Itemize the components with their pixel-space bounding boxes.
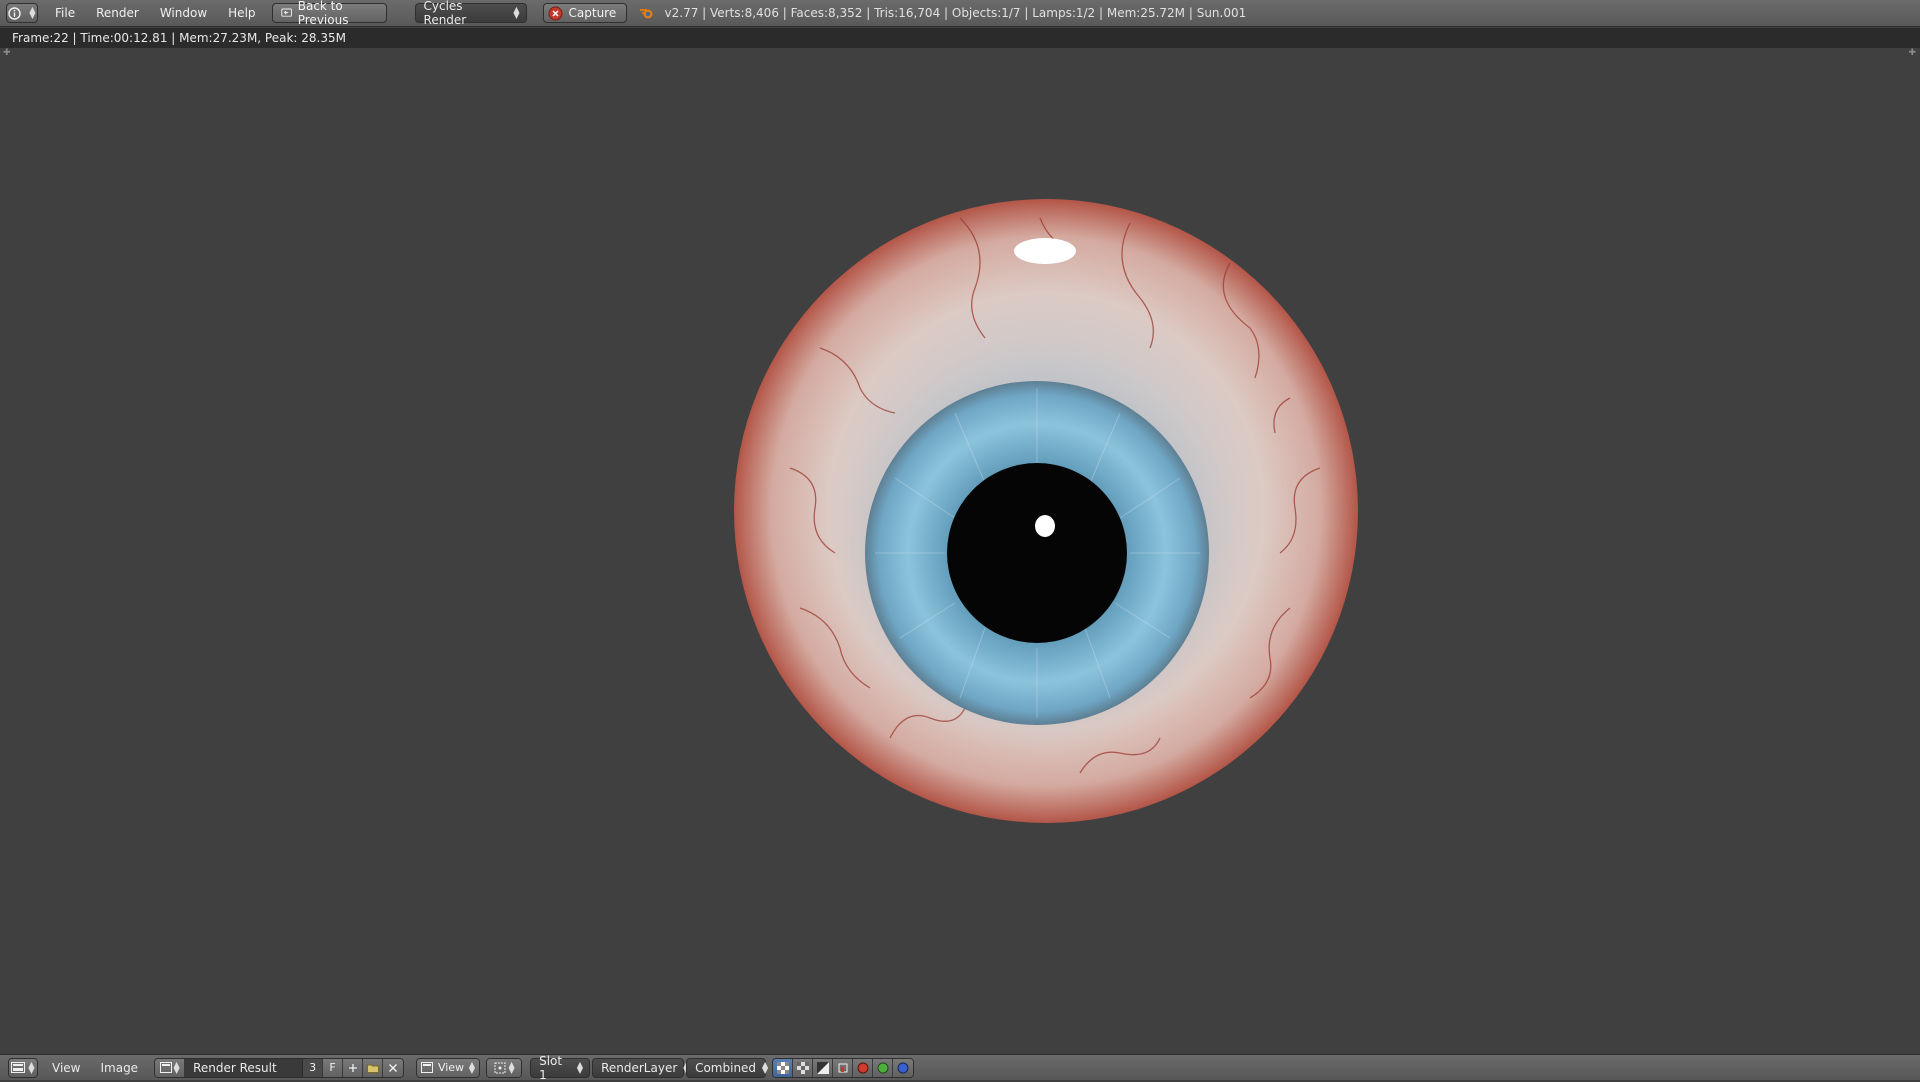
render-pass-value: Combined <box>695 1060 757 1075</box>
pivot-button[interactable]: ▲ ▼ <box>487 1058 522 1077</box>
image-editor-icon <box>11 1062 26 1073</box>
view-dropdown-label: View <box>437 1061 465 1074</box>
menu-image[interactable]: Image <box>100 1061 138 1075</box>
image-editor-header: ▲ ▼ View Image ▲ ▼ Render Result 3 F View <box>0 1054 1920 1082</box>
updown-arrows-icon: ▲▼ <box>468 1059 476 1075</box>
fake-user-label: F <box>329 1061 336 1074</box>
editor-type-button[interactable]: ▲ ▼ <box>6 3 38 23</box>
fake-user-button[interactable]: F <box>323 1058 344 1077</box>
image-browse-button[interactable]: ▲ ▼ <box>155 1058 186 1077</box>
updown-arrows-icon: ▲▼ <box>762 1059 769 1075</box>
cancel-x-icon <box>548 6 563 20</box>
open-image-button[interactable] <box>363 1058 384 1077</box>
info-icon <box>8 6 22 20</box>
blender-logo-icon <box>639 9 653 19</box>
green-channel-button[interactable] <box>873 1058 894 1077</box>
updown-arrows-icon: ▲▼ <box>28 1059 35 1075</box>
render-layer-value: RenderLayer <box>601 1060 678 1075</box>
zbuffer-button[interactable] <box>833 1058 854 1077</box>
users-count-value: 3 <box>309 1061 317 1074</box>
render-pass-dropdown[interactable]: Combined ▲ ▼ <box>686 1057 769 1078</box>
eyeball <box>734 199 1358 823</box>
render-viewport[interactable]: ✚ ✚ <box>0 48 1920 1054</box>
menu-render[interactable]: Render <box>87 6 151 20</box>
menu-view[interactable]: View <box>52 1061 80 1075</box>
folder-icon <box>366 1064 379 1073</box>
new-image-button[interactable] <box>343 1058 364 1077</box>
capture-button[interactable]: Capture <box>542 3 627 23</box>
alpha-button[interactable] <box>813 1058 834 1077</box>
updown-arrows-icon: ▲▼ <box>576 1059 584 1075</box>
capture-label: Capture <box>568 6 617 20</box>
pivot-dropdown[interactable]: ▲ ▼ <box>486 1057 523 1078</box>
menu-file[interactable]: File <box>46 6 87 20</box>
updown-arrows-icon: ▲▼ <box>513 5 520 20</box>
color-alpha-button[interactable] <box>773 1058 794 1077</box>
slot-value: Slot 1 <box>539 1053 563 1082</box>
updown-arrows-icon: ▲▼ <box>29 5 36 20</box>
display-channels-group <box>772 1057 915 1078</box>
zbuffer-icon <box>838 1063 848 1072</box>
editor-type-button[interactable]: ▲ ▼ <box>8 1057 38 1078</box>
alpha-gradient-icon <box>816 1061 829 1074</box>
updown-arrows-icon: ▲▼ <box>173 1059 180 1075</box>
users-count[interactable]: 3 <box>303 1058 324 1077</box>
main-menu: File Render Window Help <box>46 6 268 20</box>
render-engine-dropdown[interactable]: Cycles Render ▲ ▼ <box>414 0 527 27</box>
image-datablock: ▲ ▼ Render Result 3 F <box>154 1057 405 1078</box>
view-dropdown-button[interactable]: View ▲ ▼ <box>417 1058 480 1077</box>
green-dot-icon <box>877 1062 889 1073</box>
unlink-image-button[interactable] <box>383 1058 404 1077</box>
image-name-value: Render Result <box>193 1060 277 1075</box>
info-header: ▲ ▼ File Render Window Help Back to Previ… <box>0 0 1920 27</box>
render-result-image <box>734 199 1358 823</box>
red-channel-button[interactable] <box>853 1058 874 1077</box>
slot-dropdown[interactable]: Slot 1 ▲ ▼ <box>530 1054 591 1082</box>
blue-dot-icon <box>897 1062 909 1073</box>
pupil-highlight <box>1035 515 1055 537</box>
red-dot-icon <box>857 1062 869 1073</box>
blue-channel-button[interactable] <box>893 1058 914 1077</box>
menu-window[interactable]: Window <box>151 6 219 20</box>
plus-icon <box>348 1063 357 1072</box>
render-info-text: Frame:22 | Time:00:12.81 | Mem:27.23M, P… <box>12 31 346 45</box>
render-layer-dropdown[interactable]: RenderLayer ▲▼ <box>592 1057 689 1078</box>
pivot-bounding-box-icon <box>494 1062 505 1073</box>
back-to-previous-button[interactable]: Back to Previous <box>271 0 387 27</box>
menu-help[interactable]: Help <box>219 6 267 20</box>
image-icon <box>421 1062 434 1073</box>
checker-color-icon <box>776 1061 789 1074</box>
screen-back-icon <box>280 8 292 17</box>
sclera-highlight <box>1014 238 1076 264</box>
updown-arrows-icon: ▲▼ <box>508 1059 515 1075</box>
view-mode-dropdown[interactable]: View ▲ ▼ <box>416 1057 481 1078</box>
back-to-previous-label: Back to Previous <box>297 0 349 27</box>
render-info-bar: Frame:22 | Time:00:12.81 | Mem:27.23M, P… <box>0 28 1920 48</box>
image-icon <box>159 1062 172 1073</box>
render-engine-value: Cycles Render <box>423 0 467 27</box>
color-button[interactable] <box>793 1058 814 1077</box>
image-name-field[interactable]: Render Result <box>185 1058 304 1077</box>
checker-icon <box>796 1061 809 1074</box>
close-icon <box>389 1063 398 1072</box>
scene-statistics: v2.77 | Verts:8,406 | Faces:8,352 | Tris… <box>664 6 1247 20</box>
